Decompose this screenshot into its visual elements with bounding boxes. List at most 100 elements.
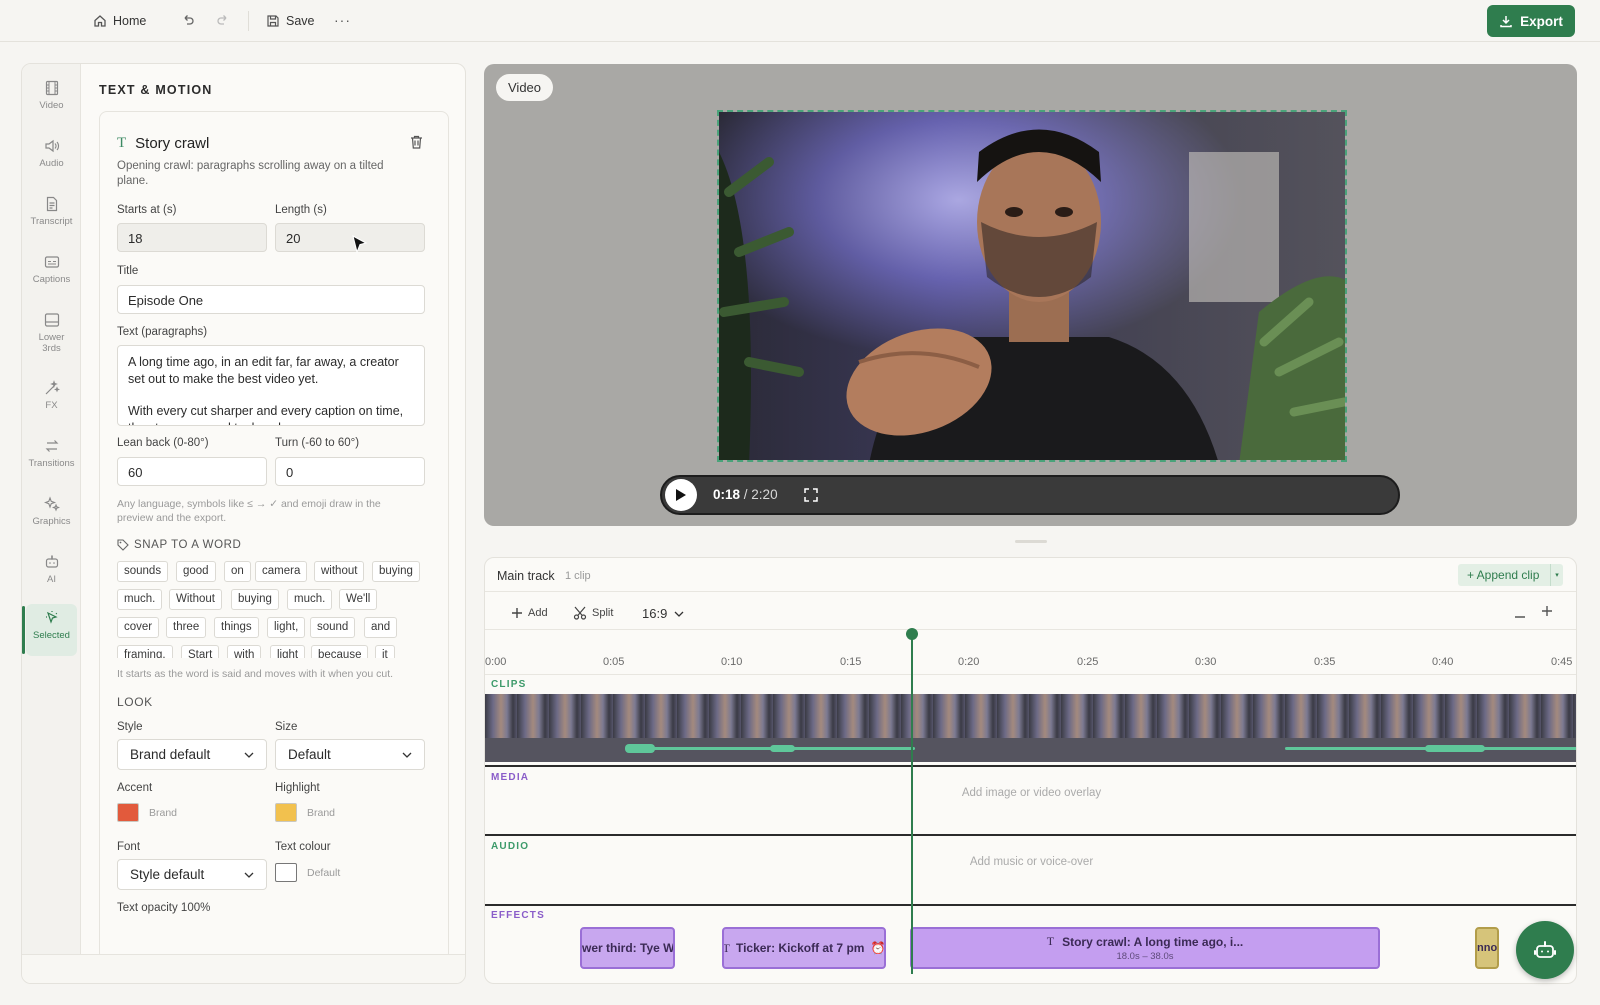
assistant-button[interactable]	[1516, 921, 1574, 979]
export-button[interactable]: Export	[1487, 5, 1575, 37]
main-clip[interactable]	[485, 694, 1576, 762]
playhead-handle[interactable]	[906, 628, 918, 640]
word-chip[interactable]: cover	[117, 617, 160, 638]
word-chip[interactable]: sounds	[117, 561, 169, 582]
chevron-down-icon	[244, 872, 254, 878]
aspect-ratio-select[interactable]: 16:9	[642, 606, 684, 621]
accent-color-picker[interactable]: Brand	[117, 803, 177, 822]
word-chip[interactable]: with	[227, 645, 262, 658]
rail-label: Captions	[32, 274, 71, 285]
track-label-clips: CLIPS	[491, 679, 527, 690]
chevron-down-icon	[244, 752, 254, 758]
word-chip[interactable]: light	[270, 645, 306, 658]
tool-rail: Video Audio Transcript Captions Lower 3r…	[22, 64, 81, 954]
rail-item-graphics[interactable]: Graphics	[26, 490, 77, 542]
fx-clip-annotation[interactable]: nnot	[1475, 927, 1499, 969]
style-select[interactable]: Brand default	[117, 739, 267, 770]
video-frame[interactable]	[717, 110, 1347, 462]
undo-button[interactable]	[181, 13, 195, 27]
transitions-icon	[45, 440, 58, 452]
word-chip[interactable]: We'll	[339, 589, 378, 610]
word-chip[interactable]: much.	[117, 589, 163, 610]
word-chip[interactable]: camera	[255, 561, 308, 582]
robot-icon	[1534, 941, 1556, 958]
word-chip[interactable]: without	[314, 561, 365, 582]
rail-item-fx[interactable]: FX	[26, 374, 77, 426]
media-placeholder[interactable]: Add image or video overlay	[485, 787, 1576, 799]
word-chip[interactable]: light,	[267, 617, 306, 638]
fx-clip-ticker[interactable]: T Ticker: Kickoff at 7 pm ⏰	[722, 927, 886, 969]
rail-item-captions[interactable]: Captions	[26, 248, 77, 300]
append-dropdown-icon[interactable]: ▾	[1550, 564, 1563, 586]
accent-swatch[interactable]	[117, 803, 139, 822]
video-badge: Video	[496, 74, 554, 101]
text-colour-swatch[interactable]	[275, 863, 297, 882]
text-colour-picker[interactable]: Default	[275, 863, 340, 882]
fx-clip-lower-third[interactable]: wer third: Tye W	[580, 927, 675, 969]
home-button[interactable]: Home	[93, 12, 146, 30]
append-clip-button[interactable]: + Append clip ▾	[1458, 564, 1563, 586]
lean-input[interactable]: 60	[117, 457, 267, 486]
title-input[interactable]: Episode One	[117, 285, 425, 314]
size-select[interactable]: Default	[275, 739, 425, 770]
text-colour-label: Text colour	[275, 841, 331, 853]
starts-input[interactable]: 18	[117, 223, 267, 252]
fx-clip-story-crawl[interactable]: T Story crawl: A long time ago, i... 18.…	[910, 927, 1380, 969]
fx-clip-range: 18.0s – 38.0s	[1116, 951, 1174, 962]
rail-item-video[interactable]: Video	[26, 74, 77, 126]
panel-title: TEXT & MOTION	[99, 83, 213, 97]
divider	[485, 834, 1576, 836]
text-type-icon: T	[117, 135, 127, 151]
rail-item-selected[interactable]: Selected	[22, 604, 77, 656]
word-chip[interactable]: framing.	[117, 645, 173, 658]
rail-item-lower-thirds[interactable]: Lower 3rds	[26, 306, 77, 362]
audio-placeholder[interactable]: Add music or voice-over	[485, 856, 1576, 868]
highlight-swatch[interactable]	[275, 803, 297, 822]
rail-label: Audio	[39, 158, 64, 169]
paragraph-1: A long time ago, in an edit far, far awa…	[128, 355, 399, 386]
font-select[interactable]: Style default	[117, 859, 267, 890]
resize-handle[interactable]	[1015, 540, 1047, 543]
word-chip[interactable]: on	[224, 561, 251, 582]
split-button[interactable]: Split	[573, 606, 613, 620]
add-button[interactable]: Add	[511, 607, 548, 619]
word-chip[interactable]: much.	[287, 589, 333, 610]
word-chip[interactable]: buying	[372, 561, 420, 582]
divider	[485, 904, 1576, 906]
current-time: 0:18	[713, 487, 741, 502]
download-icon	[1500, 16, 1512, 28]
word-chip[interactable]: three	[166, 617, 207, 638]
track-name: Main track	[497, 569, 555, 583]
length-input[interactable]: 20	[275, 223, 425, 252]
turn-input[interactable]: 0	[275, 457, 425, 486]
highlight-color-picker[interactable]: Brand	[275, 803, 335, 822]
word-chip[interactable]: because	[311, 645, 369, 658]
style-value: Brand default	[130, 747, 211, 762]
word-chip[interactable]: things	[214, 617, 259, 638]
fullscreen-icon[interactable]	[804, 488, 818, 502]
play-button[interactable]	[665, 479, 697, 511]
redo-button[interactable]	[216, 13, 230, 27]
film-icon	[45, 80, 58, 96]
zoom-in-icon[interactable]	[1541, 605, 1553, 617]
rail-item-transitions[interactable]: Transitions	[26, 432, 77, 484]
word-chip[interactable]: buying	[231, 589, 279, 610]
word-chip[interactable]: and	[364, 617, 398, 638]
chevron-down-icon	[402, 752, 412, 758]
word-chip[interactable]: sound	[310, 617, 356, 638]
text-paragraphs-textarea[interactable]: A long time ago, in an edit far, far awa…	[117, 345, 425, 426]
delete-button[interactable]	[409, 134, 424, 150]
save-button[interactable]: Save	[266, 12, 315, 30]
home-icon	[94, 15, 106, 27]
playhead[interactable]	[911, 632, 913, 974]
word-chip[interactable]: Without	[169, 589, 222, 610]
rail-label: Video	[39, 100, 64, 111]
word-chip[interactable]: good	[176, 561, 216, 582]
word-chip[interactable]: it	[375, 645, 395, 658]
rail-item-audio[interactable]: Audio	[26, 132, 77, 184]
rail-item-ai[interactable]: AI	[26, 548, 77, 600]
zoom-out-icon[interactable]	[1514, 611, 1526, 623]
word-chip[interactable]: Start	[181, 645, 220, 658]
more-options-icon[interactable]: ···	[334, 12, 351, 28]
rail-item-transcript[interactable]: Transcript	[26, 190, 77, 242]
